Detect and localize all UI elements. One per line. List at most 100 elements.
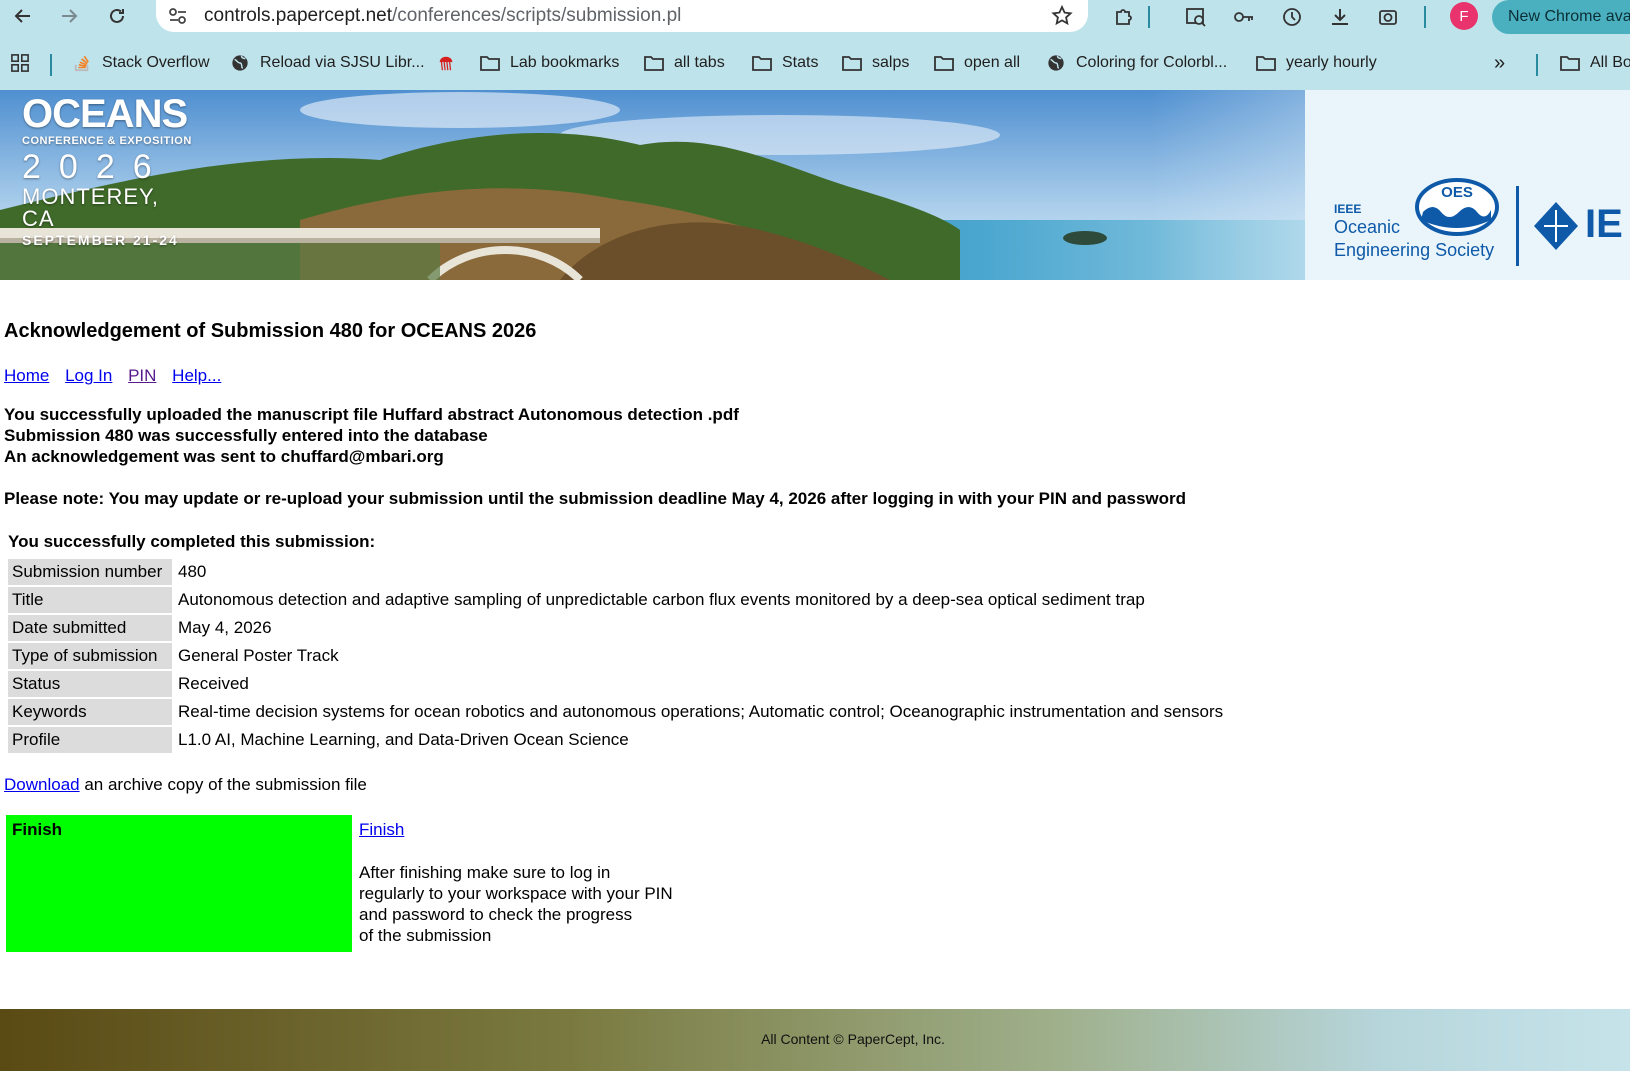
page-nav-links: Home Log In PIN Help... <box>4 366 232 386</box>
folder-icon <box>752 56 772 71</box>
conference-banner: OCEANS CONFERENCE & EXPOSITION 2026 MONT… <box>0 90 1630 280</box>
apps-grid-icon <box>11 54 29 72</box>
ieee-logo-partial: IE <box>1585 202 1623 246</box>
bookmark-star-icon[interactable] <box>1050 4 1074 28</box>
deadline-note: Please note: You may update or re-upload… <box>4 489 1187 508</box>
camera-icon <box>1379 10 1397 25</box>
oes-badge-text: OES <box>1441 184 1473 201</box>
all-bookmarks-button[interactable]: All Bo <box>1560 50 1630 76</box>
globe-icon <box>232 55 248 71</box>
logo-title: OCEANS <box>22 92 188 136</box>
site-settings-icon <box>169 8 186 24</box>
bookmark-coloring-colorblind[interactable]: Coloring for Colorbl... <box>1046 50 1227 76</box>
summary-row: Date submitted May 4, 2026 <box>8 615 1227 641</box>
profile-avatar[interactable]: F <box>1450 2 1478 30</box>
logo-subtitle: CONFERENCE & EXPOSITION <box>22 135 192 147</box>
folder-icon <box>644 56 664 71</box>
bookmark-label: Stack Overflow <box>102 54 210 71</box>
upload-success-message: You successfully uploaded the manuscript… <box>4 405 739 424</box>
history-icon <box>1283 8 1301 26</box>
url-host: controls.papercept.net <box>204 5 393 26</box>
finish-note-line: regularly to your workspace with your PI… <box>359 884 673 903</box>
database-entry-message: Submission 480 was successfully entered … <box>4 426 488 445</box>
finish-box: Finish <box>6 815 352 952</box>
globe-icon <box>1048 55 1064 71</box>
key-icon <box>1234 12 1253 22</box>
arrow-left-icon <box>14 9 30 23</box>
bookmark-jellyfish[interactable] <box>436 50 466 76</box>
summary-value: May 4, 2026 <box>178 617 272 637</box>
help-link[interactable]: Help... <box>172 366 221 385</box>
downloads-button[interactable] <box>1326 3 1354 31</box>
summary-value: Autonomous detection and adaptive sampli… <box>178 589 1145 609</box>
bookmark-stats[interactable]: Stats <box>752 50 818 76</box>
download-description: an archive copy of the submission file <box>79 775 367 794</box>
bookmark-yearly-hourly[interactable]: yearly hourly <box>1256 50 1377 76</box>
logo-dates: SEPTEMBER 21-24 <box>22 232 179 248</box>
finish-link[interactable]: Finish <box>359 820 404 840</box>
finish-note-line: of the submission <box>359 926 492 945</box>
oceans-conference-logo: OCEANS CONFERENCE & EXPOSITION 2026 MONT… <box>22 94 197 250</box>
bookmark-label: Reload via SJSU Libr... <box>260 54 425 71</box>
bookmark-salps[interactable]: salps <box>842 50 909 76</box>
reading-mode-button[interactable] <box>1182 3 1210 31</box>
download-icon <box>1332 9 1348 25</box>
folder-icon <box>934 56 954 71</box>
search-page-icon <box>1186 8 1206 27</box>
bookmark-label: all tabs <box>674 54 725 71</box>
bookmark-stack-overflow[interactable]: Stack Overflow <box>72 50 210 76</box>
reload-button[interactable] <box>102 2 132 30</box>
summary-caption: You successfully completed this submissi… <box>8 532 376 551</box>
bookmark-open-all[interactable]: open all <box>934 50 1020 76</box>
summary-row: Keywords Real-time decision systems for o… <box>8 699 1227 725</box>
bookmark-label: open all <box>964 54 1021 71</box>
new-chrome-available-button[interactable]: New Chrome ava <box>1492 0 1630 34</box>
summary-value: Received <box>178 673 249 693</box>
browser-chrome: controls.papercept.net/conferences/scrip… <box>0 0 1630 90</box>
bookmark-all-tabs[interactable]: all tabs <box>644 50 725 76</box>
finish-note-line: and password to check the progress <box>359 905 633 924</box>
finish-note-line: After finishing make sure to log in <box>359 863 611 882</box>
summary-value: L1.0 AI, Machine Learning, and Data-Driv… <box>178 729 629 749</box>
browser-toolbar: controls.papercept.net/conferences/scrip… <box>0 0 1630 34</box>
reload-icon <box>110 8 124 23</box>
bookmark-label: Coloring for Colorbl... <box>1076 54 1228 71</box>
finish-note: After finishing make sure to log in regu… <box>359 862 699 946</box>
bookmark-label: All Bo <box>1590 54 1630 71</box>
passwords-button[interactable] <box>1230 3 1258 31</box>
bookmarks-overflow-button[interactable]: » <box>1494 50 1505 76</box>
url-path: /conferences/scripts/submission.pl <box>392 5 682 26</box>
bookmarks-divider <box>1536 54 1538 76</box>
oes-ieee-label: IEEE <box>1334 202 1362 216</box>
submission-summary-table: Submission number 480 Title Autonomous dete… <box>6 557 1229 755</box>
screenshot-button[interactable] <box>1374 3 1402 31</box>
oes-line1: Oceanic <box>1334 217 1401 237</box>
summary-key: Keywords <box>8 699 172 725</box>
extensions-button[interactable] <box>1110 3 1138 31</box>
summary-key: Type of submission <box>8 643 172 669</box>
download-link[interactable]: Download <box>4 775 80 794</box>
stackoverflow-icon <box>74 55 89 72</box>
chevron-double-right-icon: » <box>1494 51 1506 74</box>
pin-link[interactable]: PIN <box>128 366 156 385</box>
bookmarks-divider <box>50 54 52 76</box>
summary-value: Real-time decision systems for ocean rob… <box>178 701 1224 721</box>
forward-button[interactable] <box>54 2 84 30</box>
apps-button[interactable] <box>10 50 40 76</box>
summary-value: General Poster Track <box>178 645 339 665</box>
download-line: Download an archive copy of the submissi… <box>4 775 367 795</box>
bookmark-reload-sjsu[interactable]: Reload via SJSU Libr... <box>230 50 425 76</box>
summary-key: Title <box>8 587 172 613</box>
toolbar-divider <box>1424 6 1426 28</box>
logo-city: MONTEREY, CA <box>22 184 159 231</box>
folder-icon <box>842 56 862 71</box>
home-link[interactable]: Home <box>4 366 49 385</box>
address-bar[interactable]: controls.papercept.net/conferences/scrip… <box>156 0 1088 32</box>
folder-icon <box>1256 56 1276 71</box>
bookmark-lab-bookmarks[interactable]: Lab bookmarks <box>480 50 619 76</box>
back-button[interactable] <box>8 2 38 30</box>
logo-year: 2026 <box>22 148 170 186</box>
login-link[interactable]: Log In <box>65 366 112 385</box>
history-button[interactable] <box>1278 3 1306 31</box>
summary-value: 480 <box>178 561 207 581</box>
